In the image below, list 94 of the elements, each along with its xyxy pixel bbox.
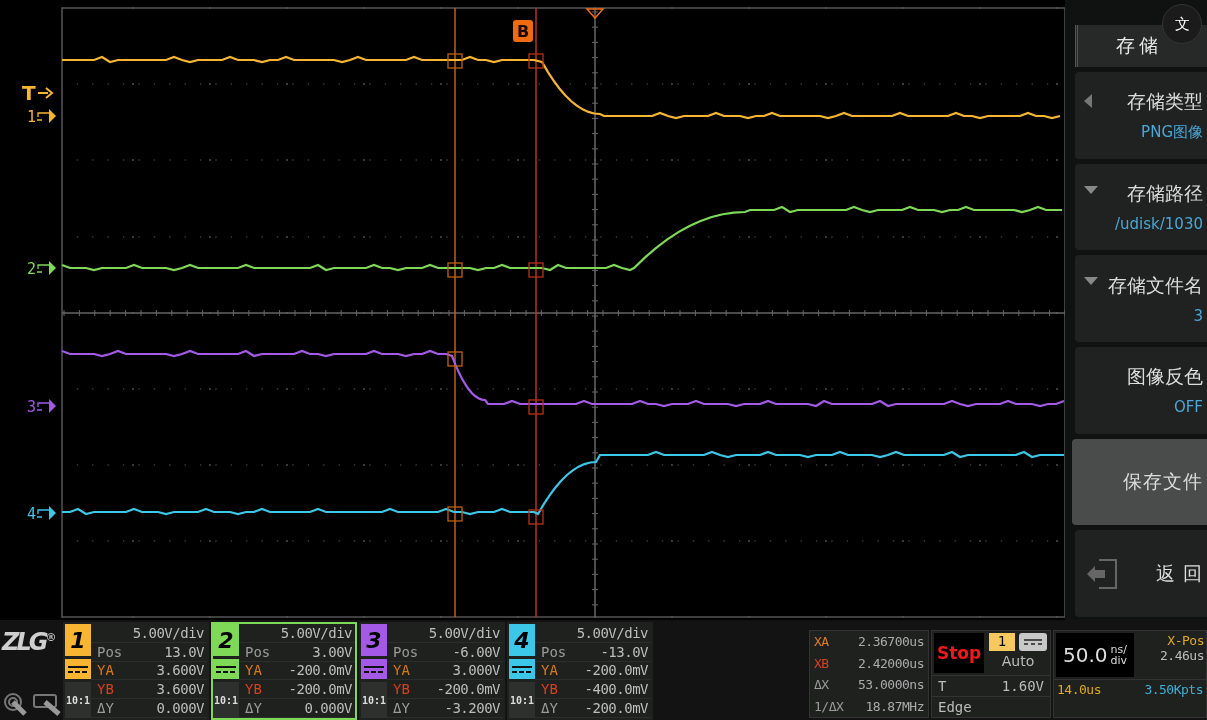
cursor-point (528, 509, 544, 525)
cursor-value: -200.0mV (288, 662, 352, 679)
readout-label: XB (814, 655, 829, 671)
vertical-scale: 5.00V/div (280, 624, 352, 641)
channel-number[interactable]: 2 (213, 624, 239, 656)
readout-value: 2.42000us (858, 655, 924, 671)
menu-item[interactable]: 存储类型 PNG图像 (1075, 72, 1207, 159)
trigger-reading: 1.60V (1001, 678, 1044, 694)
menu-item[interactable]: 保存文件 (1072, 438, 1207, 526)
screen-touch-icon[interactable] (33, 692, 61, 716)
xpos-value: 2.46us (1160, 648, 1204, 663)
cursor-point (528, 399, 544, 415)
trigger-mode[interactable]: Auto (1001, 653, 1035, 669)
cursor-point (447, 53, 463, 69)
menu-item[interactable]: 存储路径 /udisk/1030 (1075, 163, 1207, 251)
cursor-label: YA (97, 662, 114, 679)
cursor-label: YA (541, 662, 558, 679)
readout-label: 1/ΔX (814, 698, 844, 714)
dropdown-icon (1084, 185, 1098, 194)
touch-icon[interactable] (3, 692, 27, 716)
menu-item[interactable]: 存储文件名 3 (1075, 255, 1207, 342)
position-label: Pos (393, 643, 419, 660)
trigger-type: Edge (938, 699, 972, 715)
cursor-label: YB (541, 681, 558, 698)
left-triangle-icon (1084, 94, 1092, 108)
position-value: -13.0V (600, 643, 648, 660)
cursor-value: 3.600V (156, 681, 204, 698)
cursor-label: YA (245, 662, 262, 679)
position-label: Pos (97, 643, 123, 660)
menu-item[interactable]: 返 回 (1075, 530, 1207, 618)
channel-panel[interactable]: 3 10:1 5.00V/div Pos -6.00V YA 3.000V YB -200.0mV ΔY -3.200V (359, 622, 505, 720)
menu-item[interactable]: 图像反色 OFF (1075, 347, 1207, 434)
position-label: Pos (541, 643, 567, 660)
cursor-label: ΔY (245, 700, 262, 717)
readout-label: XA (814, 634, 829, 649)
cursor-label: YB (97, 681, 114, 698)
exit-icon (1085, 558, 1119, 591)
position-value: 3.00V (312, 643, 352, 660)
coupling-icon[interactable] (65, 659, 91, 679)
channel-panel[interactable]: 4 10:1 5.00V/div Pos -13.0V YA -200.0mV YB -400.0mV ΔY -200.0mV (507, 622, 653, 720)
vertical-scale: 5.00V/div (428, 624, 500, 641)
cursor-point (528, 262, 544, 278)
probe-ratio[interactable]: 10:1 (509, 682, 535, 718)
cursor-value: 3.000V (452, 662, 500, 679)
probe-ratio[interactable]: 10:1 (65, 682, 91, 718)
cursor-label: ΔY (97, 700, 114, 717)
cursor-value: -200.0mV (436, 681, 500, 698)
dropdown-icon (1084, 277, 1098, 286)
memory-depth: 3.50Kpts (1144, 682, 1203, 697)
channel-number[interactable]: 4 (509, 624, 535, 656)
run-state[interactable]: Stop (934, 633, 984, 673)
coupling-icon[interactable] (1019, 633, 1047, 651)
trigger-source[interactable]: 1 (989, 633, 1015, 651)
trigger-position-icon (585, 8, 605, 20)
cursor-point (447, 506, 463, 522)
cursor-value: 0.000V (304, 700, 352, 717)
xpos-label: X-Pos (1167, 633, 1204, 648)
readout-label: ΔX (814, 677, 829, 693)
position-value: -6.00V (452, 643, 500, 660)
cursor-value: -3.200V (444, 700, 500, 717)
cursor-point (447, 262, 463, 278)
cursor-point (447, 351, 463, 367)
readout-value: 18.87MHz (865, 698, 924, 714)
coupling-icon[interactable] (361, 659, 387, 679)
cursor-value: -400.0mV (584, 681, 648, 698)
channel-number[interactable]: 3 (361, 624, 387, 656)
vertical-scale: 5.00V/div (576, 624, 648, 641)
trigger-label: T (938, 678, 947, 694)
position-value: 13.0V (164, 643, 204, 660)
cursor-point (528, 53, 544, 69)
cursor-label: YB (245, 681, 262, 698)
probe-ratio[interactable]: 10:1 (361, 682, 387, 718)
cursor-label: YA (393, 662, 410, 679)
cursor-label: ΔY (393, 700, 410, 717)
coupling-icon[interactable] (213, 659, 239, 679)
vertical-scale: 5.00V/div (132, 624, 204, 641)
logo: ZLG$^{®}$ (0, 628, 55, 656)
cursor-label: YB (393, 681, 410, 698)
channel-panel[interactable]: 2 10:1 5.00V/div Pos 3.00V YA -200.0mV YB -200.0mV ΔY 0.000V (211, 622, 357, 720)
cursor-value: -200.0mV (584, 700, 648, 717)
channel-panel[interactable]: 1 10:1 5.00V/div Pos 13.0V YA 3.600V YB 3.600V ΔY 0.000V (63, 622, 209, 720)
cursor-value: 0.000V (156, 700, 204, 717)
readout-value: 2.36700us (858, 634, 924, 649)
probe-ratio[interactable]: 10:1 (213, 682, 239, 718)
cursor-badge: B (513, 20, 533, 42)
position-label: Pos (245, 643, 271, 660)
cursor-value: -200.0mV (288, 681, 352, 698)
cursor-label: ΔY (541, 700, 558, 717)
cursor-value: 3.600V (156, 662, 204, 679)
readout-value: 53.0000ns (858, 677, 924, 693)
cursor-value: -200.0mV (584, 662, 648, 679)
coupling-icon[interactable] (509, 659, 535, 679)
channel-number[interactable]: 1 (65, 624, 91, 656)
delay-value: 14.0us (1057, 682, 1101, 697)
